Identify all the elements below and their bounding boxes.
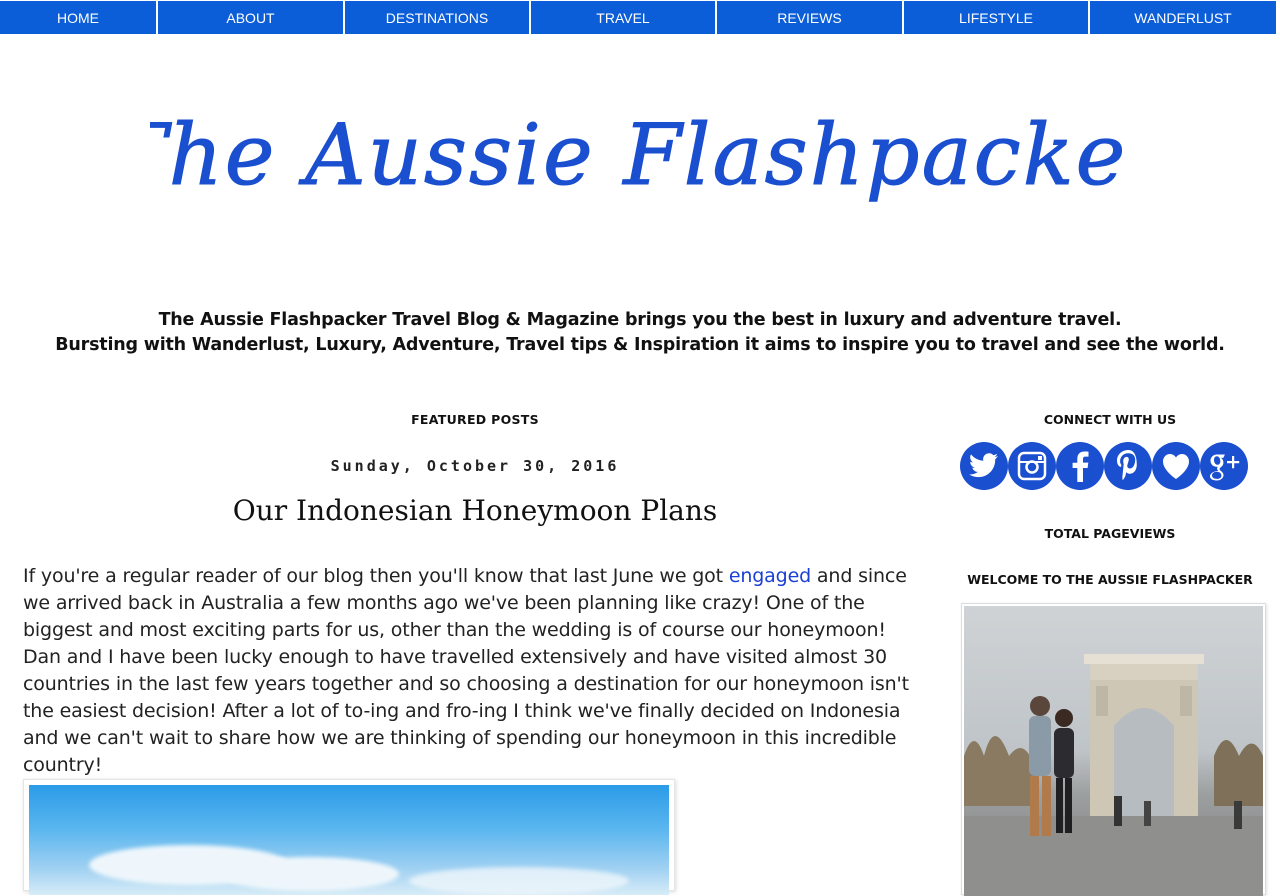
engaged-link[interactable]: engaged — [729, 565, 811, 587]
instagram-icon[interactable] — [1008, 442, 1056, 490]
top-navigation: HOME ABOUT DESTINATIONS TRAVEL REVIEWS L… — [0, 0, 1280, 35]
pinterest-icon[interactable] — [1104, 442, 1152, 490]
nav-item-travel[interactable]: TRAVEL — [531, 1, 715, 34]
nav-item-lifestyle[interactable]: LIFESTYLE — [904, 1, 1088, 34]
post-body: If you're a regular reader of our blog t… — [23, 563, 927, 779]
post-title[interactable]: Our Indonesian Honeymoon Plans — [23, 494, 927, 527]
welcome-photo[interactable] — [964, 606, 1263, 896]
tagline-line-1: The Aussie Flashpacker Travel Blog & Mag… — [158, 310, 1122, 330]
nav-item-destinations[interactable]: DESTINATIONS — [345, 1, 529, 34]
post-image[interactable] — [29, 785, 669, 895]
tagline-line-2: Bursting with Wanderlust, Luxury, Advent… — [55, 335, 1225, 355]
connect-heading: CONNECT WITH US — [1043, 412, 1177, 427]
facebook-icon[interactable] — [1056, 442, 1104, 490]
post-body-text-1: If you're a regular reader of our blog t… — [23, 565, 729, 587]
post-body-text-2: and since we arrived back in Australia a… — [23, 565, 909, 776]
total-pageviews-heading: TOTAL PAGEVIEWS — [1044, 526, 1176, 541]
post-image-frame — [23, 779, 675, 895]
featured-posts-heading: FEATURED POSTS — [411, 412, 539, 427]
welcome-photo-frame — [961, 603, 1266, 896]
bloglovin-icon[interactable] — [1152, 442, 1200, 490]
google-plus-icon[interactable] — [1200, 442, 1248, 490]
logo-text: The Aussie Flashpacker — [150, 106, 1130, 204]
post-date: Sunday, October 30, 2016 — [330, 457, 620, 475]
twitter-icon[interactable] — [960, 442, 1008, 490]
nav-item-reviews[interactable]: REVIEWS — [717, 1, 902, 34]
welcome-heading: WELCOME TO THE AUSSIE FLASHPACKER — [967, 572, 1253, 587]
nav-item-about[interactable]: ABOUT — [158, 1, 343, 34]
nav-item-wanderlust[interactable]: WANDERLUST — [1090, 1, 1276, 34]
nav-item-home[interactable]: HOME — [0, 1, 156, 34]
site-logo[interactable]: The Aussie Flashpacker — [150, 96, 1130, 236]
